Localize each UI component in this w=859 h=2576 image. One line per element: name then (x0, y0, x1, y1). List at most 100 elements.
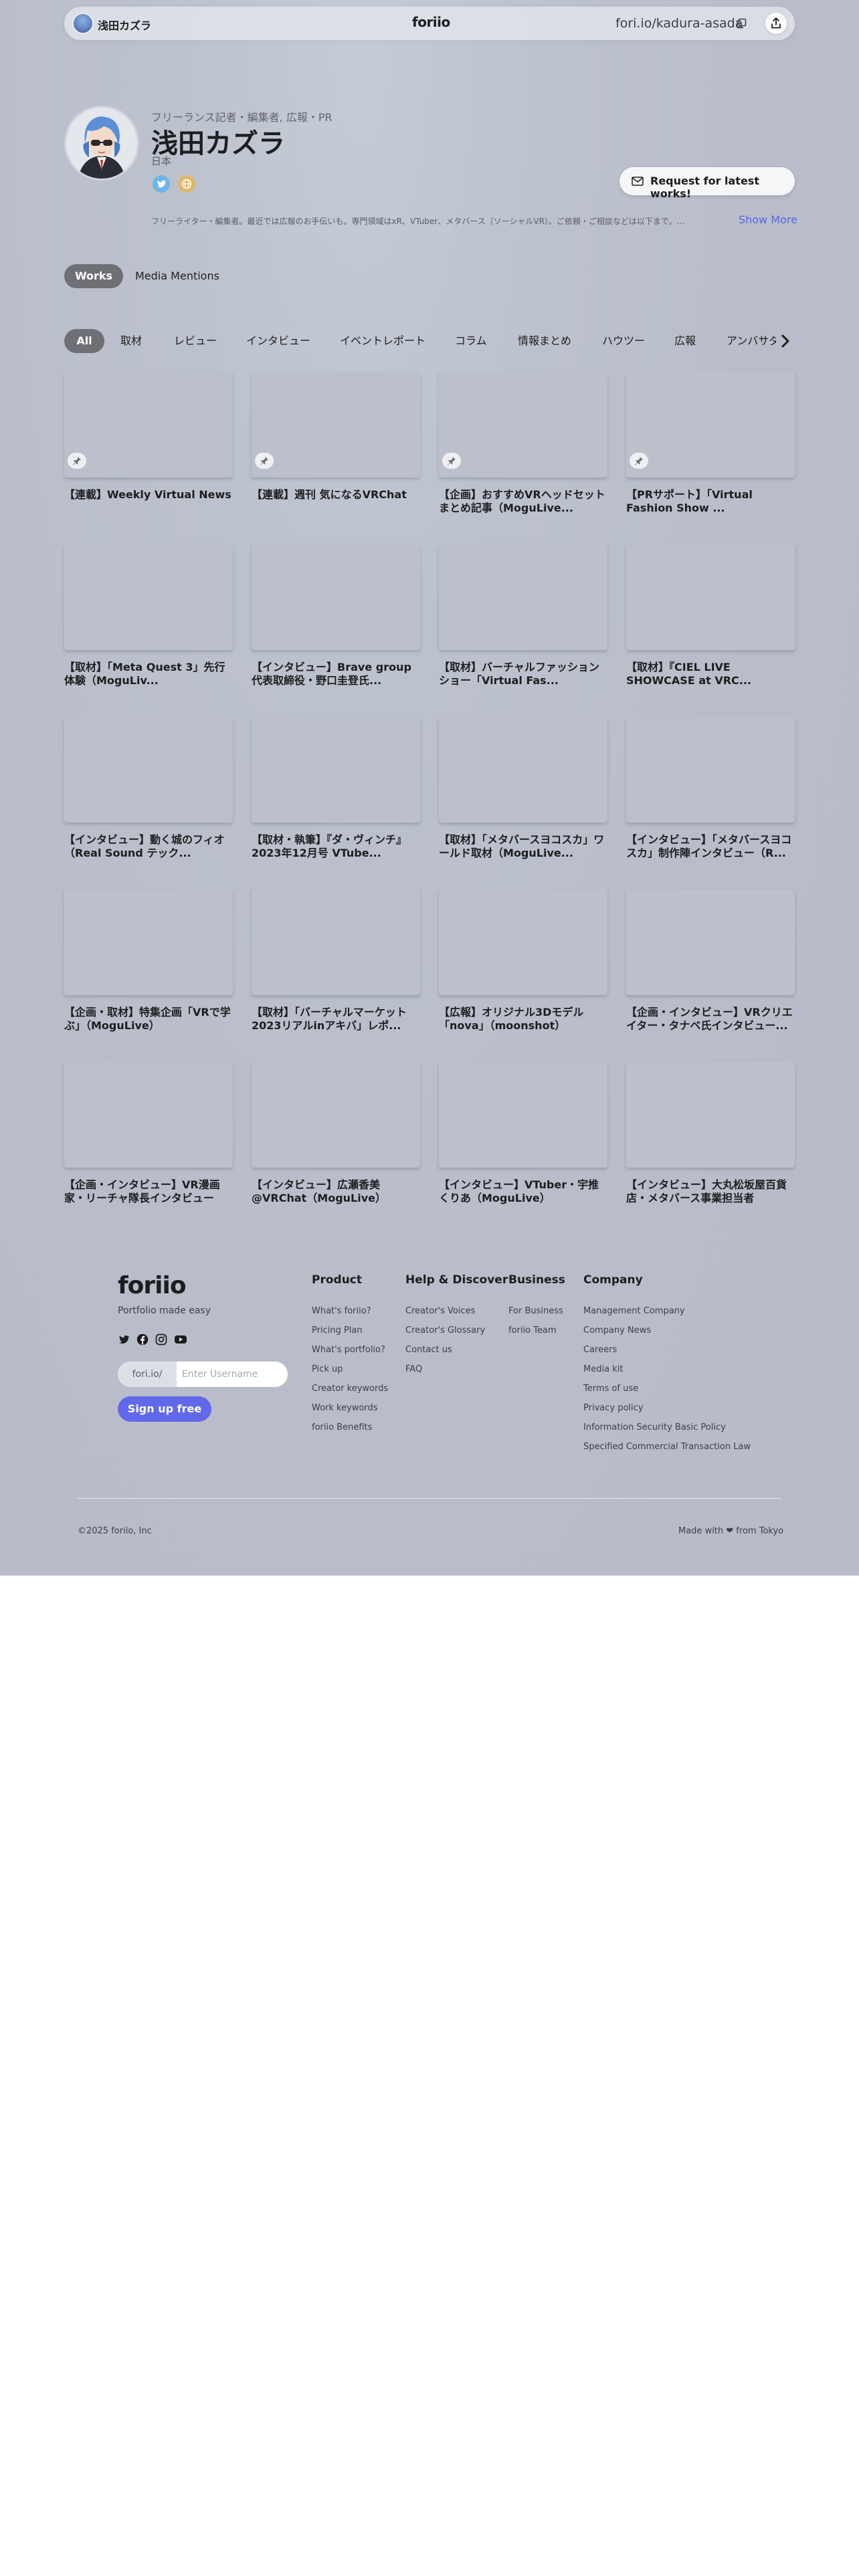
category-howto[interactable]: ハウツー (602, 329, 645, 353)
footer-link-careers[interactable]: Careers (583, 1344, 751, 1364)
footer-link-creators-voices[interactable]: Creator's Voices (405, 1305, 508, 1325)
work-card[interactable]: 【インタビュー】Brave group代表取締役・野口圭登氏... (252, 544, 420, 687)
work-card[interactable]: 【連載】週刊 気になるVRChat (252, 372, 420, 515)
show-more-link[interactable]: Show More (739, 213, 797, 226)
work-card[interactable]: 【企画・インタビュー】VRクリエイター・タナベ氏インタビュー... (626, 889, 795, 1033)
work-thumbnail[interactable] (252, 717, 420, 823)
work-card[interactable]: 【インタビュー】広瀬香美@VRChat（MoguLive） (252, 1062, 420, 1205)
work-title[interactable]: 【企画・インタビュー】VRクリエイター・タナベ氏インタビュー... (626, 1006, 795, 1033)
work-title[interactable]: 【取材】「メタバースヨコスカ」ワールド取材（MoguLive... (439, 833, 607, 860)
tab-works[interactable]: Works (64, 264, 123, 288)
work-title[interactable]: 【連載】週刊 気になるVRChat (252, 488, 420, 515)
category-event-report[interactable]: イベントレポート (340, 329, 425, 353)
work-title[interactable]: 【広報】オリジナル3Dモデル「nova」（moonshot） (439, 1006, 607, 1033)
share-button[interactable] (765, 13, 787, 34)
work-thumbnail[interactable] (626, 372, 795, 477)
footer-link-whats-foriio[interactable]: What's foriio? (312, 1305, 388, 1325)
work-thumbnail[interactable] (64, 372, 233, 477)
foriio-logo[interactable]: foriio (412, 14, 450, 30)
work-thumbnail[interactable] (626, 717, 795, 823)
work-title[interactable]: 【インタビュー】広瀬香美@VRChat（MoguLive） (252, 1178, 420, 1205)
website-link[interactable] (178, 175, 195, 193)
request-works-button[interactable]: Request for latest works! (619, 167, 795, 200)
work-card[interactable]: 【インタビュー】VTuber・宇推くりあ（MoguLive） (439, 1062, 607, 1205)
work-title[interactable]: 【インタビュー】「メタバースヨコスカ」制作陣インタビュー（R... (626, 833, 795, 860)
work-thumbnail[interactable] (252, 544, 420, 650)
profile-url[interactable]: fori.io/kadura-asada (615, 16, 743, 31)
footer-link-security-policy[interactable]: Information Security Basic Policy (583, 1422, 751, 1441)
username-input[interactable] (177, 1362, 288, 1387)
work-thumbnail[interactable] (626, 1062, 795, 1168)
work-card[interactable]: 【PRサポート】「Virtual Fashion Show ... (626, 372, 795, 515)
work-title[interactable]: 【取材】「バーチャルマーケット2023リアルinアキバ」レポ... (252, 1006, 420, 1033)
work-card[interactable]: 【取材】バーチャルファッションショー「Virtual Fas... (439, 544, 607, 687)
signup-button[interactable]: Sign up free (118, 1396, 211, 1422)
work-thumbnail[interactable] (439, 889, 607, 995)
work-title[interactable]: 【インタビュー】動く城のフィオ（Real Sound テック... (64, 833, 233, 860)
work-card[interactable]: 【企画・取材】特集企画「VRで学ぶ」（MoguLive） (64, 889, 233, 1033)
work-card[interactable]: 【企画・インタビュー】VR漫画家・リーチャ隊長インタビュー（... (64, 1062, 233, 1205)
copy-icon[interactable] (736, 18, 747, 29)
footer-link-work-keywords[interactable]: Work keywords (312, 1402, 388, 1422)
footer-link-whats-portfolio[interactable]: What's portfolio? (312, 1344, 388, 1364)
category-info-summary[interactable]: 情報まとめ (518, 329, 571, 353)
work-title[interactable]: 【企画・取材】特集企画「VRで学ぶ」（MoguLive） (64, 1006, 233, 1033)
youtube-icon[interactable] (174, 1333, 187, 1346)
work-card[interactable]: 【インタビュー】大丸松坂屋百貨店・メタバース事業担当者（Mo... (626, 1062, 795, 1205)
category-pr[interactable]: 広報 (674, 329, 696, 353)
work-title[interactable]: 【PRサポート】「Virtual Fashion Show ... (626, 488, 795, 515)
work-thumbnail[interactable] (252, 1062, 420, 1168)
instagram-icon[interactable] (155, 1333, 167, 1346)
facebook-icon[interactable] (136, 1333, 149, 1346)
work-thumbnail[interactable] (439, 544, 607, 650)
category-column[interactable]: コラム (455, 329, 487, 353)
footer-link-pick-up[interactable]: Pick up (312, 1364, 388, 1383)
work-card[interactable]: 【取材】「Meta Quest 3」先行体験（MoguLiv... (64, 544, 233, 687)
footer-link-privacy[interactable]: Privacy policy (583, 1402, 751, 1422)
work-title[interactable]: 【取材・執筆】『ダ・ヴィンチ』2023年12月号 VTube... (252, 833, 420, 860)
category-all[interactable]: All (64, 329, 104, 353)
work-card[interactable]: 【取材】『CIEL LIVE SHOWCASE at VRC... (626, 544, 795, 687)
work-thumbnail[interactable] (64, 889, 233, 995)
work-card[interactable]: 【取材】「メタバースヨコスカ」ワールド取材（MoguLive... (439, 717, 607, 860)
work-title[interactable]: 【取材】『CIEL LIVE SHOWCASE at VRC... (626, 661, 795, 687)
work-card[interactable]: 【取材】「バーチャルマーケット2023リアルinアキバ」レポ... (252, 889, 420, 1033)
work-thumbnail[interactable] (626, 544, 795, 650)
footer-link-benefits[interactable]: foriio Benefits (312, 1422, 388, 1441)
work-card[interactable]: 【広報】オリジナル3Dモデル「nova」（moonshot） (439, 889, 607, 1033)
tab-media-mentions[interactable]: Media Mentions (134, 264, 221, 288)
footer-link-company-news[interactable]: Company News (583, 1325, 751, 1344)
chevron-right-icon[interactable] (776, 329, 795, 353)
header-avatar[interactable] (72, 13, 94, 34)
work-card[interactable]: 【インタビュー】「メタバースヨコスカ」制作陣インタビュー（R... (626, 717, 795, 860)
footer-link-faq[interactable]: FAQ (405, 1364, 508, 1383)
work-card[interactable]: 【インタビュー】動く城のフィオ（Real Sound テック... (64, 717, 233, 860)
work-title[interactable]: 【取材】バーチャルファッションショー「Virtual Fas... (439, 661, 607, 687)
work-card[interactable]: 【取材・執筆】『ダ・ヴィンチ』2023年12月号 VTube... (252, 717, 420, 860)
footer-link-for-business[interactable]: For Business (508, 1305, 565, 1325)
work-card[interactable]: 【企画】おすすめVRヘッドセットまとめ記事（MoguLive... (439, 372, 607, 515)
work-title[interactable]: 【企画・インタビュー】VR漫画家・リーチャ隊長インタビュー（... (64, 1178, 233, 1205)
work-thumbnail[interactable] (252, 889, 420, 995)
work-card[interactable]: 【連載】Weekly Virtual News (64, 372, 233, 515)
footer-link-contact[interactable]: Contact us (405, 1344, 508, 1364)
footer-link-media-kit[interactable]: Media kit (583, 1364, 751, 1383)
category-shuzai[interactable]: 取材 (120, 329, 142, 353)
footer-link-terms[interactable]: Terms of use (583, 1383, 751, 1402)
work-thumbnail[interactable] (439, 717, 607, 823)
footer-link-pricing[interactable]: Pricing Plan (312, 1325, 388, 1344)
work-title[interactable]: 【インタビュー】VTuber・宇推くりあ（MoguLive） (439, 1178, 607, 1205)
category-interview[interactable]: インタビュー (246, 329, 310, 353)
twitter-icon[interactable] (118, 1333, 130, 1346)
work-title[interactable]: 【連載】Weekly Virtual News (64, 488, 233, 515)
footer-link-management-company[interactable]: Management Company (583, 1305, 751, 1325)
work-thumbnail[interactable] (64, 717, 233, 823)
footer-link-commercial-law[interactable]: Specified Commercial Transaction Law (583, 1441, 751, 1461)
work-title[interactable]: 【インタビュー】Brave group代表取締役・野口圭登氏... (252, 661, 420, 687)
twitter-link[interactable] (153, 175, 170, 193)
work-thumbnail[interactable] (439, 372, 607, 477)
work-thumbnail[interactable] (64, 1062, 233, 1168)
header-name[interactable]: 浅田カズラ (98, 17, 151, 33)
work-thumbnail[interactable] (439, 1062, 607, 1168)
work-thumbnail[interactable] (626, 889, 795, 995)
